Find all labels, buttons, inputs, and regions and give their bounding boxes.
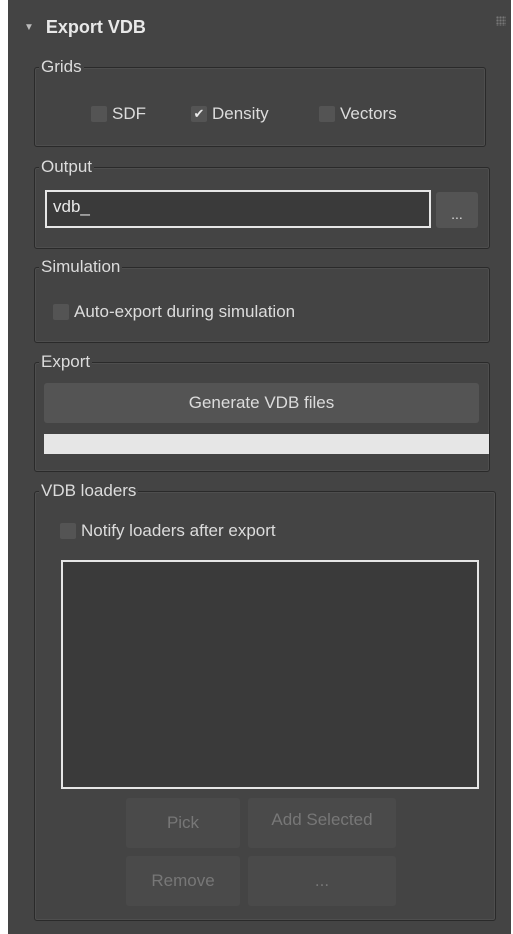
vectors-checkbox[interactable] [319,106,335,122]
density-label: Density [212,104,269,123]
density-checkbox-row[interactable]: ✔ Density [191,104,269,124]
vectors-checkbox-row[interactable]: Vectors [319,104,397,124]
simulation-group-title: Simulation [39,256,123,278]
simulation-group: Simulation Auto-export during simulation [34,256,490,343]
pick-button[interactable]: Pick [126,798,240,848]
vectors-label: Vectors [340,104,397,123]
vdb-loaders-group-title: VDB loaders [39,480,139,502]
generate-vdb-button[interactable]: Generate VDB files [44,383,479,423]
notify-loaders-label: Notify loaders after export [81,521,276,540]
sdf-checkbox-row[interactable]: SDF [91,104,146,124]
drag-grip-icon[interactable] [496,16,506,26]
output-browse-button[interactable]: ... [436,192,478,228]
rollout-title: Export VDB [45,16,146,37]
auto-export-label: Auto-export during simulation [74,302,296,321]
vdb-loaders-listbox[interactable] [61,560,479,789]
grids-group: Grids SDF ✔ Density Vectors [34,56,486,147]
rollout-header[interactable]: ▼ Export VDB [24,14,146,40]
export-group-title: Export [39,351,93,373]
auto-export-checkbox-row[interactable]: Auto-export during simulation [53,302,295,322]
density-checkbox[interactable]: ✔ [191,106,207,122]
add-selected-button[interactable]: Add Selected [248,798,396,848]
output-path-input[interactable]: vdb_ [45,190,431,228]
grids-group-title: Grids [39,56,84,78]
checkmark-icon: ✔ [193,106,205,121]
collapse-arrow-icon[interactable]: ▼ [24,22,34,33]
output-group-title: Output [39,156,95,178]
notify-loaders-checkbox-row[interactable]: Notify loaders after export [60,521,276,541]
export-vdb-panel: ▼ Export VDB Grids SDF ✔ Density Vectors… [8,0,511,934]
more-options-button[interactable]: ... [248,856,396,906]
auto-export-checkbox[interactable] [53,304,69,320]
export-progress-bar [44,434,489,454]
sdf-label: SDF [112,104,146,123]
sdf-checkbox[interactable] [91,106,107,122]
remove-button[interactable]: Remove [126,856,240,906]
notify-loaders-checkbox[interactable] [60,523,76,539]
output-group: Output vdb_ ... [34,156,490,249]
